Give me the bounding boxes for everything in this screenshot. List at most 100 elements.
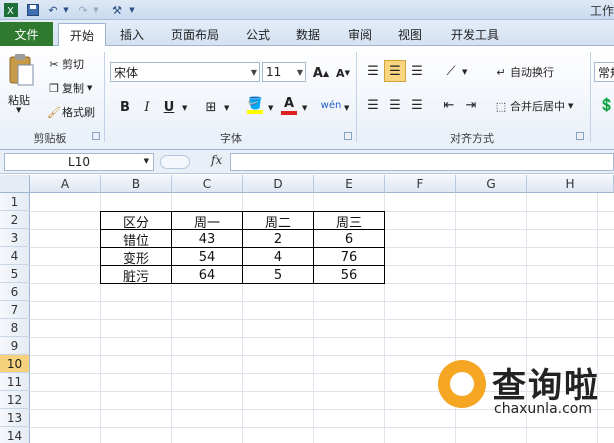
align-bottom-button[interactable]: ☰ (406, 60, 428, 82)
table-cell[interactable]: 变形 (101, 248, 171, 267)
row-header-8[interactable]: 8 (0, 319, 30, 337)
align-right-button[interactable]: ☰ (406, 94, 428, 116)
table-cell[interactable]: 脏污 (101, 266, 171, 285)
name-box-dropdown-icon[interactable]: ▼ (144, 157, 149, 165)
row-header-12[interactable]: 12 (0, 391, 30, 409)
customize-toolbar-icon[interactable]: ▼ (128, 2, 136, 18)
clipboard-launcher-icon[interactable] (92, 132, 100, 140)
undo-icon[interactable]: ↶ (46, 2, 60, 18)
row-header-11[interactable]: 11 (0, 373, 30, 391)
cut-button[interactable]: ✂ 剪切 (46, 56, 84, 72)
table-cell[interactable]: 错位 (101, 230, 171, 249)
formula-input[interactable] (230, 153, 614, 171)
tab-home[interactable]: 开始 (58, 23, 106, 47)
column-header-a[interactable]: A (30, 175, 101, 193)
column-header-g[interactable]: G (456, 175, 527, 193)
table-cell[interactable]: 56 (314, 266, 384, 284)
underline-button[interactable]: U (158, 96, 180, 118)
row-header-9[interactable]: 9 (0, 337, 30, 355)
tab-insert[interactable]: 插入 (112, 23, 152, 46)
italic-button[interactable]: I (136, 96, 158, 118)
number-format-combo[interactable]: 常规 (594, 62, 614, 82)
tab-data[interactable]: 数据 (288, 23, 328, 46)
quick-tool-icon[interactable]: ⚒ (108, 2, 126, 18)
align-middle-button[interactable]: ☰ (384, 60, 406, 82)
fill-color-button[interactable]: 🪣 (244, 94, 266, 116)
tab-file[interactable]: 文件 (0, 22, 53, 46)
border-dropdown-icon[interactable]: ▼ (224, 104, 229, 112)
merge-dropdown-icon[interactable]: ▼ (568, 102, 573, 110)
column-header-f[interactable]: F (385, 175, 456, 193)
phonetic-dropdown-icon[interactable]: ▼ (344, 104, 349, 112)
font-launcher-icon[interactable] (344, 132, 352, 140)
bold-button[interactable]: B (114, 96, 136, 118)
align-left-button[interactable]: ☰ (362, 94, 384, 116)
row-header-4[interactable]: 4 (0, 247, 30, 265)
column-header-e[interactable]: E (314, 175, 385, 193)
align-center-button[interactable]: ☰ (384, 94, 406, 116)
format-painter-button[interactable]: 🖌 格式刷 (46, 104, 95, 120)
border-button[interactable]: ⊞ (200, 96, 222, 118)
increase-indent-button[interactable]: ⇥ (460, 94, 482, 116)
alignment-launcher-icon[interactable] (576, 132, 584, 140)
font-name-dropdown-icon[interactable]: ▼ (251, 68, 257, 77)
shrink-font-button[interactable]: A ▼ (332, 62, 354, 84)
table-header-cell[interactable]: 周一 (172, 212, 242, 231)
column-header-b[interactable]: B (101, 175, 172, 193)
orientation-button[interactable]: ⟋ (440, 60, 462, 82)
table-cell[interactable]: 4 (243, 248, 313, 266)
row-header-14[interactable]: 14 (0, 427, 30, 443)
paste-icon[interactable] (6, 52, 36, 88)
column-header-h[interactable]: H (527, 175, 614, 193)
row-header-10[interactable]: 10 (0, 355, 30, 373)
font-color-dropdown-icon[interactable]: ▼ (302, 104, 307, 112)
column-header-d[interactable]: D (243, 175, 314, 193)
column-header-c[interactable]: C (172, 175, 243, 193)
table-cell[interactable]: 5 (243, 266, 313, 284)
grow-font-button[interactable]: A ▲ (310, 62, 332, 84)
font-color-button[interactable]: A (278, 94, 300, 116)
table-header-cell[interactable]: 周二 (243, 212, 313, 231)
row-header-13[interactable]: 13 (0, 409, 30, 427)
table-cell[interactable]: 43 (172, 230, 242, 248)
tab-view[interactable]: 视图 (390, 23, 430, 46)
copy-dropdown-icon[interactable]: ▼ (87, 84, 92, 92)
table-cell[interactable]: 2 (243, 230, 313, 248)
table-header-cell[interactable]: 区分 (101, 212, 171, 231)
insert-function-icon[interactable]: fx (211, 153, 222, 167)
row-header-1[interactable]: 1 (0, 193, 30, 211)
name-box[interactable]: L10 ▼ (4, 153, 154, 171)
table-cell[interactable]: 6 (314, 230, 384, 248)
copy-button[interactable]: ❐ 复制 ▼ (46, 80, 92, 96)
table-cell[interactable]: 64 (172, 266, 242, 284)
font-size-combo[interactable]: 11 ▼ (262, 62, 306, 82)
fill-color-dropdown-icon[interactable]: ▼ (268, 104, 273, 112)
save-icon[interactable] (26, 2, 40, 18)
row-header-3[interactable]: 3 (0, 229, 30, 247)
decrease-indent-button[interactable]: ⇤ (438, 94, 460, 116)
orientation-dropdown-icon[interactable]: ▼ (462, 68, 467, 76)
redo-icon[interactable]: ↷ (76, 2, 90, 18)
currency-format-icon[interactable]: 💲 (596, 94, 614, 116)
select-all-corner[interactable] (0, 175, 30, 193)
tab-review[interactable]: 审阅 (340, 23, 380, 46)
redo-dropdown-icon[interactable]: ▼ (92, 2, 100, 18)
wrap-text-button[interactable]: ↵ 自动换行 (492, 64, 554, 80)
font-size-dropdown-icon[interactable]: ▼ (297, 68, 303, 77)
table-header-cell[interactable]: 周三 (314, 212, 384, 231)
table-cell[interactable]: 54 (172, 248, 242, 266)
formula-bar-splitter[interactable] (160, 155, 190, 169)
tab-formulas[interactable]: 公式 (238, 23, 278, 46)
row-header-6[interactable]: 6 (0, 283, 30, 301)
align-top-button[interactable]: ☰ (362, 60, 384, 82)
underline-dropdown-icon[interactable]: ▼ (182, 104, 187, 112)
table-cell[interactable]: 76 (314, 248, 384, 266)
merge-center-button[interactable]: ⬚ 合并后居中 ▼ (492, 98, 574, 114)
font-name-combo[interactable]: 宋体 ▼ (110, 62, 260, 82)
tab-developer[interactable]: 开发工具 (444, 23, 506, 46)
tab-page-layout[interactable]: 页面布局 (164, 23, 226, 46)
phonetic-button[interactable]: wén (320, 94, 342, 116)
row-header-5[interactable]: 5 (0, 265, 30, 283)
undo-dropdown-icon[interactable]: ▼ (62, 2, 70, 18)
paste-dropdown-icon[interactable]: ▼ (16, 106, 21, 114)
